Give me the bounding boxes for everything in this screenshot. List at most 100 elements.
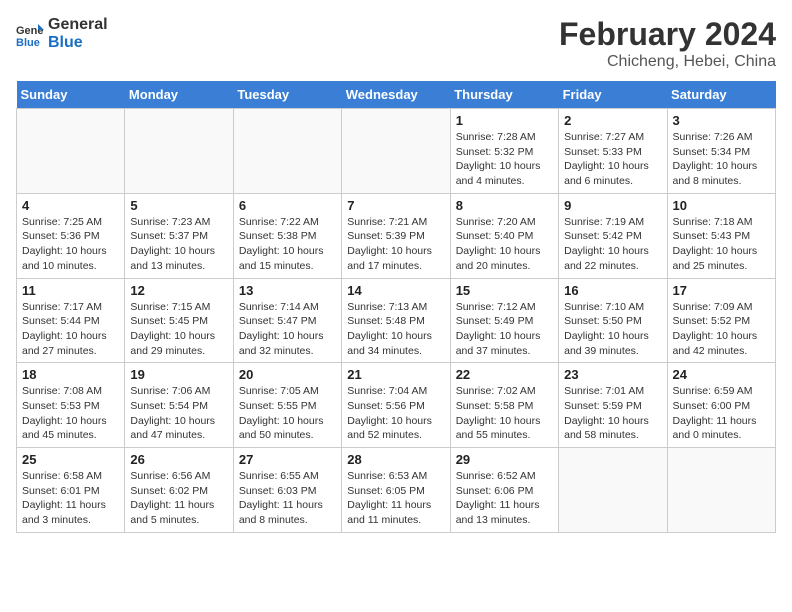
- day-number: 11: [22, 283, 119, 298]
- day-number: 14: [347, 283, 444, 298]
- day-number: 27: [239, 452, 336, 467]
- week-row-4: 25 Sunrise: 6:58 AM Sunset: 6:01 PM Dayli…: [17, 448, 776, 533]
- calendar-cell: 1Sunrise: 7:28 AM Sunset: 5:32 PM Daylig…: [450, 109, 558, 194]
- day-info: Sunrise: 6:53 AM Sunset: 6:05 PM Dayligh…: [347, 469, 444, 528]
- day-info: Sunrise: 7:08 AM Sunset: 5:53 PM Dayligh…: [22, 384, 119, 443]
- day-number: 22: [456, 367, 553, 382]
- day-number: 19: [130, 367, 227, 382]
- weekday-header-monday: Monday: [125, 81, 233, 109]
- day-number: 12: [130, 283, 227, 298]
- day-info: Sunrise: 6:56 AM Sunset: 6:02 PM Dayligh…: [130, 469, 227, 528]
- day-info: Sunrise: 6:55 AM Sunset: 6:03 PM Dayligh…: [239, 469, 336, 528]
- weekday-header-sunday: Sunday: [17, 81, 125, 109]
- calendar-cell: 17 Sunrise: 7:09 AM Sunset: 5:52 PM Dayli…: [667, 278, 775, 363]
- day-info: Sunrise: 7:25 AM Sunset: 5:36 PM Dayligh…: [22, 215, 119, 274]
- day-info: Sunrise: 7:14 AM Sunset: 5:47 PM Dayligh…: [239, 300, 336, 359]
- day-number: 13: [239, 283, 336, 298]
- calendar-cell: 8 Sunrise: 7:20 AM Sunset: 5:40 PM Daylig…: [450, 193, 558, 278]
- calendar-table: SundayMondayTuesdayWednesdayThursdayFrid…: [16, 81, 776, 533]
- day-info: Sunrise: 7:10 AM Sunset: 5:50 PM Dayligh…: [564, 300, 661, 359]
- day-number: 24: [673, 367, 770, 382]
- calendar-cell: 26 Sunrise: 6:56 AM Sunset: 6:02 PM Dayli…: [125, 448, 233, 533]
- calendar-cell: 20 Sunrise: 7:05 AM Sunset: 5:55 PM Dayli…: [233, 363, 341, 448]
- logo-icon: General Blue: [16, 20, 44, 48]
- day-number: 18: [22, 367, 119, 382]
- logo: General Blue General Blue: [16, 16, 108, 52]
- svg-text:Blue: Blue: [16, 37, 40, 48]
- calendar-cell: 12Sunrise: 7:15 AM Sunset: 5:45 PM Dayli…: [125, 278, 233, 363]
- calendar-cell: 6 Sunrise: 7:22 AM Sunset: 5:38 PM Daylig…: [233, 193, 341, 278]
- day-number: 6: [239, 198, 336, 213]
- calendar-cell: 14 Sunrise: 7:13 AM Sunset: 5:48 PM Dayli…: [342, 278, 450, 363]
- weekday-header-wednesday: Wednesday: [342, 81, 450, 109]
- day-number: 29: [456, 452, 553, 467]
- day-number: 21: [347, 367, 444, 382]
- day-info: Sunrise: 7:05 AM Sunset: 5:55 PM Dayligh…: [239, 384, 336, 443]
- calendar-cell: 19 Sunrise: 7:06 AM Sunset: 5:54 PM Dayli…: [125, 363, 233, 448]
- header: General Blue General Blue February 2024 …: [16, 16, 776, 71]
- day-info: Sunrise: 7:02 AM Sunset: 5:58 PM Dayligh…: [456, 384, 553, 443]
- weekday-header-saturday: Saturday: [667, 81, 775, 109]
- calendar-cell: [667, 448, 775, 533]
- day-number: 25: [22, 452, 119, 467]
- calendar-cell: 27 Sunrise: 6:55 AM Sunset: 6:03 PM Dayli…: [233, 448, 341, 533]
- weekday-header-thursday: Thursday: [450, 81, 558, 109]
- day-info: Sunrise: 7:13 AM Sunset: 5:48 PM Dayligh…: [347, 300, 444, 359]
- calendar-cell: 9 Sunrise: 7:19 AM Sunset: 5:42 PM Daylig…: [559, 193, 667, 278]
- calendar-cell: 18 Sunrise: 7:08 AM Sunset: 5:53 PM Dayli…: [17, 363, 125, 448]
- calendar-cell: 5Sunrise: 7:23 AM Sunset: 5:37 PM Daylig…: [125, 193, 233, 278]
- calendar-cell: 24 Sunrise: 6:59 AM Sunset: 6:00 PM Dayli…: [667, 363, 775, 448]
- calendar-cell: 22 Sunrise: 7:02 AM Sunset: 5:58 PM Dayli…: [450, 363, 558, 448]
- day-number: 8: [456, 198, 553, 213]
- calendar-cell: 4 Sunrise: 7:25 AM Sunset: 5:36 PM Daylig…: [17, 193, 125, 278]
- logo-blue: Blue: [48, 34, 108, 52]
- day-info: Sunrise: 7:17 AM Sunset: 5:44 PM Dayligh…: [22, 300, 119, 359]
- day-number: 9: [564, 198, 661, 213]
- weekday-header-tuesday: Tuesday: [233, 81, 341, 109]
- day-info: Sunrise: 7:26 AM Sunset: 5:34 PM Dayligh…: [673, 130, 770, 189]
- day-number: 4: [22, 198, 119, 213]
- location-title: Chicheng, Hebei, China: [559, 53, 776, 71]
- day-info: Sunrise: 7:04 AM Sunset: 5:56 PM Dayligh…: [347, 384, 444, 443]
- calendar-cell: 16 Sunrise: 7:10 AM Sunset: 5:50 PM Dayli…: [559, 278, 667, 363]
- weekday-header-row: SundayMondayTuesdayWednesdayThursdayFrid…: [17, 81, 776, 109]
- day-number: 15: [456, 283, 553, 298]
- day-number: 16: [564, 283, 661, 298]
- week-row-3: 18 Sunrise: 7:08 AM Sunset: 5:53 PM Dayli…: [17, 363, 776, 448]
- day-number: 23: [564, 367, 661, 382]
- day-info: Sunrise: 7:19 AM Sunset: 5:42 PM Dayligh…: [564, 215, 661, 274]
- calendar-cell: 25 Sunrise: 6:58 AM Sunset: 6:01 PM Dayli…: [17, 448, 125, 533]
- logo-general: General: [48, 16, 108, 34]
- calendar-cell: 3 Sunrise: 7:26 AM Sunset: 5:34 PM Daylig…: [667, 109, 775, 194]
- day-number: 5: [130, 198, 227, 213]
- day-info: Sunrise: 7:06 AM Sunset: 5:54 PM Dayligh…: [130, 384, 227, 443]
- calendar-cell: 15Sunrise: 7:12 AM Sunset: 5:49 PM Dayli…: [450, 278, 558, 363]
- day-info: Sunrise: 7:28 AM Sunset: 5:32 PM Dayligh…: [456, 130, 553, 189]
- calendar-cell: 13 Sunrise: 7:14 AM Sunset: 5:47 PM Dayli…: [233, 278, 341, 363]
- day-number: 26: [130, 452, 227, 467]
- day-info: Sunrise: 6:58 AM Sunset: 6:01 PM Dayligh…: [22, 469, 119, 528]
- day-info: Sunrise: 7:22 AM Sunset: 5:38 PM Dayligh…: [239, 215, 336, 274]
- calendar-cell: [125, 109, 233, 194]
- calendar-cell: 21 Sunrise: 7:04 AM Sunset: 5:56 PM Dayli…: [342, 363, 450, 448]
- day-info: Sunrise: 7:20 AM Sunset: 5:40 PM Dayligh…: [456, 215, 553, 274]
- day-number: 28: [347, 452, 444, 467]
- day-number: 17: [673, 283, 770, 298]
- day-info: Sunrise: 7:18 AM Sunset: 5:43 PM Dayligh…: [673, 215, 770, 274]
- calendar-cell: 11 Sunrise: 7:17 AM Sunset: 5:44 PM Dayli…: [17, 278, 125, 363]
- calendar-cell: [233, 109, 341, 194]
- day-number: 3: [673, 113, 770, 128]
- day-number: 20: [239, 367, 336, 382]
- calendar-cell: 2 Sunrise: 7:27 AM Sunset: 5:33 PM Daylig…: [559, 109, 667, 194]
- day-info: Sunrise: 7:09 AM Sunset: 5:52 PM Dayligh…: [673, 300, 770, 359]
- weekday-header-friday: Friday: [559, 81, 667, 109]
- day-info: Sunrise: 7:27 AM Sunset: 5:33 PM Dayligh…: [564, 130, 661, 189]
- day-number: 7: [347, 198, 444, 213]
- calendar-cell: 23Sunrise: 7:01 AM Sunset: 5:59 PM Dayli…: [559, 363, 667, 448]
- day-number: 2: [564, 113, 661, 128]
- calendar-cell: 29Sunrise: 6:52 AM Sunset: 6:06 PM Dayli…: [450, 448, 558, 533]
- calendar-cell: 7 Sunrise: 7:21 AM Sunset: 5:39 PM Daylig…: [342, 193, 450, 278]
- calendar-cell: 10Sunrise: 7:18 AM Sunset: 5:43 PM Dayli…: [667, 193, 775, 278]
- day-info: Sunrise: 7:21 AM Sunset: 5:39 PM Dayligh…: [347, 215, 444, 274]
- day-info: Sunrise: 6:59 AM Sunset: 6:00 PM Dayligh…: [673, 384, 770, 443]
